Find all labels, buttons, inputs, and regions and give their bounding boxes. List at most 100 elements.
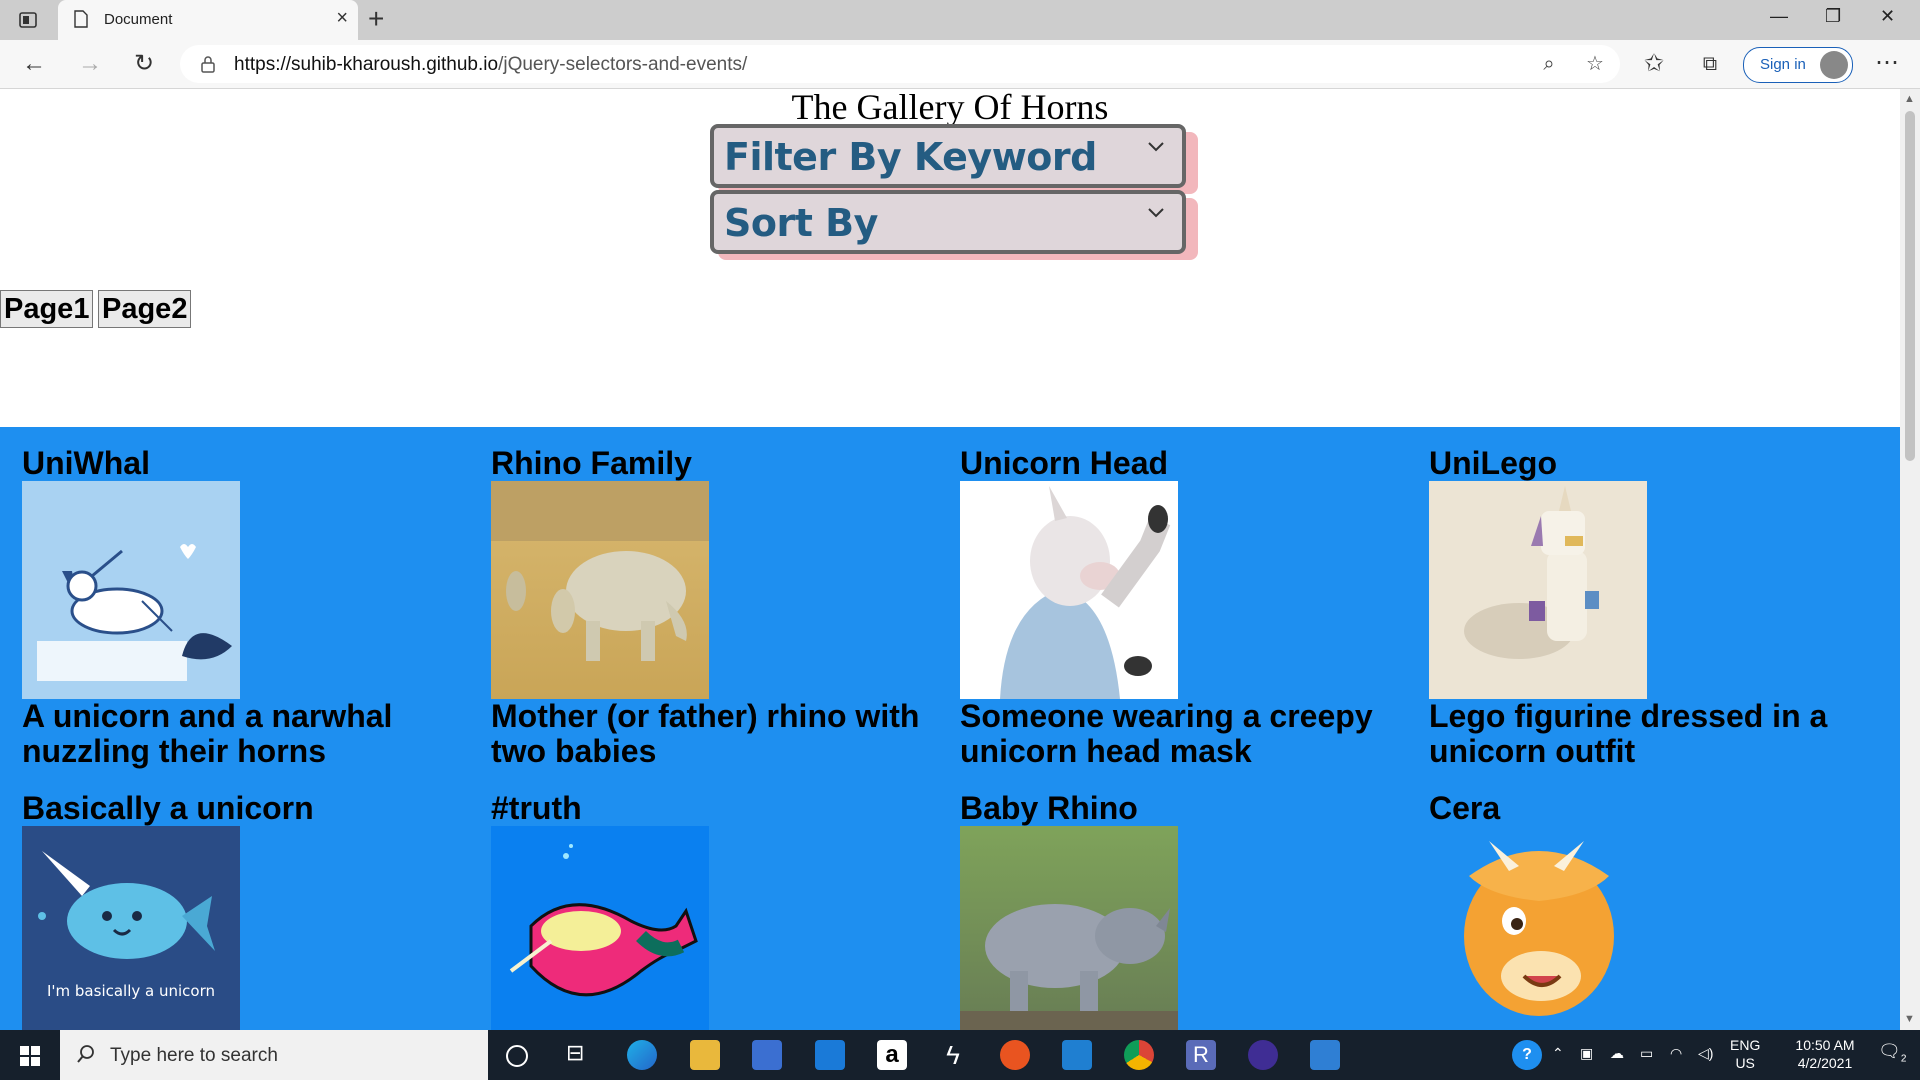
- card-description: Mother (or father) rhino with two babies: [491, 698, 920, 769]
- forward-icon[interactable]: →: [76, 50, 104, 78]
- collections-icon[interactable]: ⧉: [1696, 50, 1724, 78]
- card-title: UniLego: [1429, 445, 1557, 481]
- page2-button[interactable]: Page2: [98, 290, 192, 328]
- gallery-section: UniWhal A unicorn and a narwhal nuzzling…: [0, 427, 1900, 1030]
- card-title: Baby Rhino: [960, 790, 1138, 826]
- card-title: Basically a unicorn: [22, 790, 314, 826]
- scrollbar-thumb[interactable]: [1905, 111, 1915, 461]
- sign-in-button[interactable]: Sign in: [1743, 47, 1853, 83]
- help-icon[interactable]: ?: [1512, 1040, 1542, 1070]
- address-bar[interactable]: https://suhib-kharoush.github.io/jQuery-…: [180, 45, 1620, 83]
- lock-icon[interactable]: [200, 55, 216, 73]
- gallery-card: Baby Rhino: [960, 790, 1400, 1030]
- gallery-card: Unicorn Head Someone wearing a creepy un…: [960, 445, 1400, 769]
- vscode-icon[interactable]: [1062, 1040, 1092, 1070]
- file-explorer-icon[interactable]: [690, 1040, 720, 1070]
- onedrive-icon[interactable]: ☁: [1610, 1044, 1624, 1062]
- gallery-card: Cera: [1429, 790, 1869, 1030]
- navigation-bar: ← → ↻ https://suhib-kharoush.github.io/j…: [0, 40, 1920, 89]
- scroll-up-icon[interactable]: ▲: [1904, 93, 1915, 105]
- page-viewport: The Gallery Of Horns Filter By Keyword S…: [0, 89, 1900, 1030]
- card-description: A unicorn and a narwhal nuzzling their h…: [22, 698, 393, 769]
- close-window-icon[interactable]: ✕: [1880, 6, 1895, 27]
- battery-icon[interactable]: ▭: [1640, 1044, 1653, 1062]
- store-icon[interactable]: [752, 1040, 782, 1070]
- page1-button[interactable]: Page1: [0, 290, 94, 328]
- card-title: #truth: [491, 790, 582, 826]
- edge-icon[interactable]: [627, 1040, 657, 1070]
- notifications-icon[interactable]: 🗨2: [1878, 1042, 1906, 1069]
- card-title: Rhino Family: [491, 445, 692, 481]
- url-text: https://suhib-kharoush.github.io/jQuery-…: [234, 54, 747, 76]
- card-title: UniWhal: [22, 445, 150, 481]
- sort-select-box[interactable]: Sort By: [710, 190, 1186, 254]
- card-description: Someone wearing a creepy unicorn head ma…: [960, 698, 1373, 769]
- r-app-icon[interactable]: R: [1186, 1040, 1216, 1070]
- clock-date: 4/2/2021: [1797, 1055, 1853, 1071]
- show-hidden-icons-icon[interactable]: ⌃: [1552, 1044, 1564, 1062]
- close-tab-icon[interactable]: ×: [336, 8, 348, 28]
- search-placeholder: Type here to search: [110, 1045, 278, 1066]
- taskbar-search[interactable]: Type here to search: [60, 1030, 488, 1080]
- photos-icon[interactable]: [1310, 1040, 1340, 1070]
- amazon-icon[interactable]: a: [877, 1040, 907, 1070]
- new-tab-icon[interactable]: +: [368, 4, 384, 34]
- tab-title: Document: [104, 11, 173, 28]
- narwhal-drawing-image: [491, 826, 709, 1030]
- baby-rhino-image: [960, 826, 1178, 1030]
- wifi-icon[interactable]: ◠: [1670, 1044, 1682, 1062]
- task-view-icon[interactable]: ⊟: [566, 1040, 596, 1070]
- url-path: /jQuery-selectors-and-events/: [498, 54, 748, 75]
- scroll-down-icon[interactable]: ▼: [1904, 1013, 1915, 1025]
- refresh-icon[interactable]: ↻: [130, 50, 158, 78]
- sort-select-label: Sort By: [724, 201, 878, 245]
- moon-app-icon[interactable]: [1248, 1040, 1278, 1070]
- volume-icon[interactable]: ◁): [1698, 1044, 1713, 1062]
- notification-count: 2: [1900, 1053, 1907, 1065]
- filter-select-box[interactable]: Filter By Keyword: [710, 124, 1186, 188]
- windows-start-icon[interactable]: [20, 1046, 40, 1066]
- gallery-card: UniWhal A unicorn and a narwhal nuzzling…: [22, 445, 462, 769]
- browser-tab[interactable]: Document ×: [58, 0, 358, 40]
- page-icon: [74, 10, 88, 28]
- gallery-card: #truth: [491, 790, 931, 1030]
- language-code: ENG: [1730, 1037, 1761, 1053]
- favorites-icon[interactable]: ✩: [1640, 50, 1668, 78]
- clock-time: 10:50 AM: [1795, 1037, 1855, 1053]
- more-menu-icon[interactable]: ⋯: [1875, 48, 1899, 77]
- language-indicator[interactable]: ENG US: [1730, 1036, 1760, 1072]
- zoom-icon[interactable]: ⌕: [1538, 53, 1560, 75]
- filter-select-label: Filter By Keyword: [724, 135, 1097, 179]
- region-code: US: [1735, 1055, 1755, 1071]
- minimize-icon[interactable]: —: [1770, 6, 1788, 27]
- vertical-scrollbar[interactable]: ▲ ▼: [1900, 89, 1920, 1030]
- tab-strip: Document × + — ❐ ✕: [0, 0, 1920, 40]
- taskbar: Type here to search ⊟ a ϟ R ? ⌃ ▣ ☁ ▭ ◠ …: [0, 1030, 1920, 1080]
- meet-now-icon[interactable]: ▣: [1580, 1044, 1593, 1062]
- unicorn-narwhal-image: [22, 481, 240, 699]
- mail-icon[interactable]: [815, 1040, 845, 1070]
- lightning-app-icon[interactable]: ϟ: [938, 1040, 968, 1070]
- narwhal-caption: I'm basically a unicorn: [47, 982, 215, 1000]
- gallery-card: Rhino Family Mother (or father) rhino wi…: [491, 445, 931, 769]
- page-title: The Gallery Of Horns: [791, 89, 1109, 127]
- gallery-card: UniLego Lego figurine dressed in a unico…: [1429, 445, 1869, 769]
- chevron-down-icon: [1148, 142, 1164, 152]
- card-title: Cera: [1429, 790, 1501, 826]
- chrome-icon[interactable]: [1124, 1040, 1154, 1070]
- sort-select[interactable]: Sort By: [710, 190, 1198, 260]
- triceratops-cartoon-image: [1429, 826, 1647, 1030]
- ubuntu-icon[interactable]: [1000, 1040, 1030, 1070]
- sign-in-label: Sign in: [1760, 56, 1806, 73]
- search-icon: [77, 1045, 94, 1063]
- back-icon[interactable]: ←: [20, 50, 48, 78]
- add-favorite-icon[interactable]: ☆: [1584, 53, 1606, 75]
- lego-unicorn-image: [1429, 481, 1647, 699]
- url-host: https://suhib-kharoush.github.io: [234, 54, 499, 75]
- restore-icon[interactable]: ❐: [1825, 6, 1841, 27]
- gallery-card: Basically a unicorn I'm basically a unic…: [22, 790, 462, 1030]
- tab-actions-icon[interactable]: [18, 10, 38, 30]
- filter-select[interactable]: Filter By Keyword: [710, 124, 1198, 194]
- clock[interactable]: 10:50 AM 4/2/2021: [1780, 1036, 1870, 1072]
- cortana-icon[interactable]: [506, 1045, 528, 1067]
